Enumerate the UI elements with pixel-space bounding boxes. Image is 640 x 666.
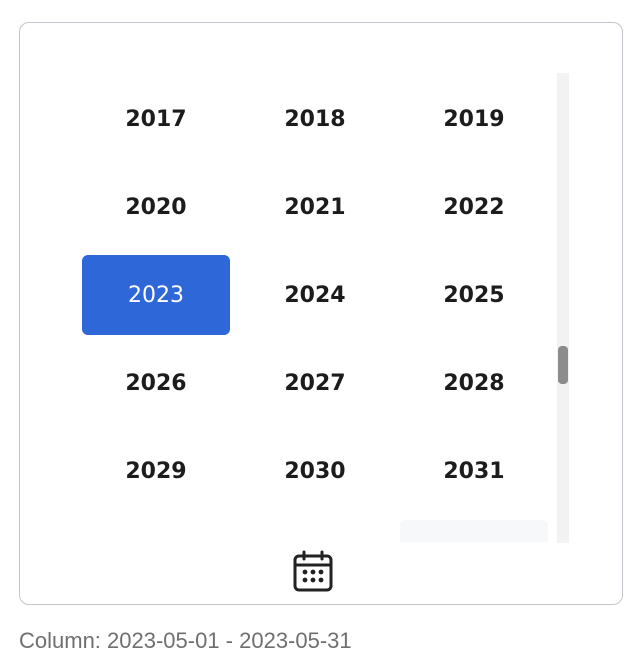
year-cell-2018[interactable]: 2018: [241, 79, 389, 159]
year-cell-2023-selected[interactable]: 2023: [82, 255, 230, 335]
year-cell-2020[interactable]: 2020: [82, 167, 230, 247]
year-cell-2025[interactable]: 2025: [400, 255, 548, 335]
year-cell-2030[interactable]: 2030: [241, 431, 389, 511]
year-cell-2022[interactable]: 2022: [400, 167, 548, 247]
year-cell-2027[interactable]: 2027: [241, 343, 389, 423]
year-cell-next-row-partial[interactable]: [400, 520, 548, 542]
year-cell-2028[interactable]: 2028: [400, 343, 548, 423]
year-cell-2026[interactable]: 2026: [82, 343, 230, 423]
year-cell-2021[interactable]: 2021: [241, 167, 389, 247]
scrollbar-track[interactable]: [557, 73, 569, 543]
calendar-toggle-button[interactable]: [290, 548, 336, 594]
year-grid: 2017 2018 2019 2020 2021 2022 2023 2024 …: [82, 79, 558, 511]
year-cell-2024[interactable]: 2024: [241, 255, 389, 335]
year-picker: 2017 2018 2019 2020 2021 2022 2023 2024 …: [19, 22, 623, 605]
year-cell-2029[interactable]: 2029: [82, 431, 230, 511]
calendar-icon: [293, 550, 333, 592]
date-range-caption: Column: 2023-05-01 - 2023-05-31: [19, 628, 352, 653]
year-cell-2019[interactable]: 2019: [400, 79, 548, 159]
scrollbar-thumb[interactable]: [558, 346, 568, 384]
year-cell-2017[interactable]: 2017: [82, 79, 230, 159]
year-cell-2031[interactable]: 2031: [400, 431, 548, 511]
